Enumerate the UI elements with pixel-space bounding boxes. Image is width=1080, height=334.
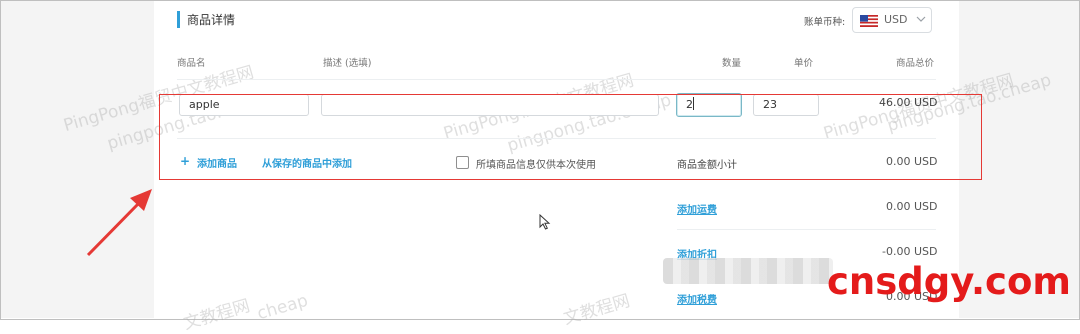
mouse-cursor-icon	[539, 214, 551, 230]
brand-watermark: cnsdgy.com	[827, 260, 1071, 303]
